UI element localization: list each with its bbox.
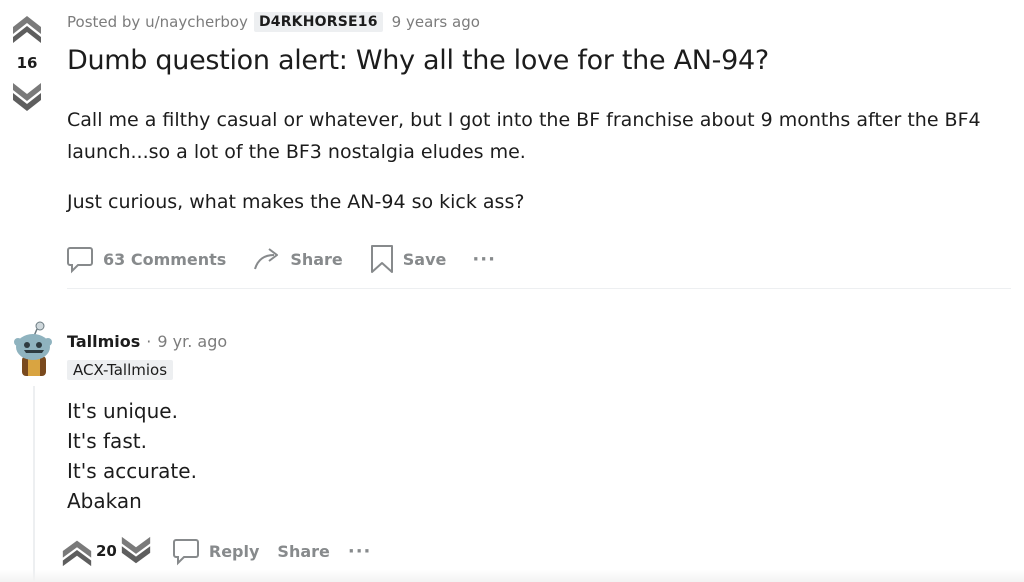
posted-by-link[interactable]: Posted by u/naycherboy <box>67 13 248 31</box>
ellipsis-icon: ··· <box>347 540 372 562</box>
share-icon <box>254 248 279 270</box>
post-timestamp[interactable]: 9 years ago <box>392 13 480 31</box>
comment-line: It's fast. <box>67 429 147 453</box>
comment-author[interactable]: Tallmios <box>67 332 140 351</box>
reply-button[interactable]: Reply <box>171 536 260 566</box>
downvote-icon[interactable] <box>9 80 45 116</box>
comment-more-button[interactable]: ··· <box>348 541 372 562</box>
comment-meta: Tallmios · 9 yr. ago <box>67 330 227 352</box>
comment-line: It's unique. <box>67 399 178 423</box>
ellipsis-icon: ··· <box>472 248 496 270</box>
reply-label: Reply <box>208 541 260 561</box>
meta-separator: · <box>146 331 152 351</box>
post-body-2: Just curious, what makes the AN-94 so ki… <box>67 186 997 218</box>
post-score: 16 <box>16 54 38 72</box>
comment-line: Abakan <box>67 489 142 513</box>
save-label: Save <box>402 249 447 269</box>
more-options-button[interactable]: ··· <box>472 241 496 277</box>
save-button[interactable]: Save <box>369 241 447 277</box>
share-label: Share <box>290 249 343 269</box>
comments-button[interactable]: 63 Comments <box>65 241 226 277</box>
user-flair: D4RKHORSE16 <box>253 12 383 32</box>
section-divider <box>67 288 1011 289</box>
comment-share-button[interactable]: Share <box>277 542 329 561</box>
thread-line[interactable] <box>33 386 35 582</box>
comment-icon <box>172 539 199 566</box>
comment-score: 20 <box>96 542 117 560</box>
comment-downvote-icon[interactable] <box>119 534 153 568</box>
share-button[interactable]: Share <box>252 241 343 277</box>
post-meta: Posted by u/naycherboy D4RKHORSE16 9 yea… <box>67 10 480 34</box>
comment-action-bar: 20 Reply Share ··· <box>60 533 371 569</box>
snoo-avatar-icon[interactable] <box>10 320 56 378</box>
bookmark-icon <box>370 245 393 273</box>
comments-label: 63 Comments <box>103 249 227 269</box>
share-label: Share <box>277 541 330 561</box>
post-title[interactable]: Dumb question alert: Why all the love fo… <box>67 45 769 76</box>
comment-icon <box>67 247 93 274</box>
comment-line: It's accurate. <box>67 459 197 483</box>
upvote-icon[interactable] <box>9 10 45 46</box>
post-paragraph: Call me a filthy casual or whatever, but… <box>67 109 981 163</box>
comment-timestamp[interactable]: 9 yr. ago <box>157 332 227 351</box>
post-action-bar: 63 Comments Share Save ··· <box>65 241 522 277</box>
comment-upvote-icon[interactable] <box>60 534 94 568</box>
post-body: Call me a filthy casual or whatever, but… <box>67 104 997 168</box>
comment-body: It's unique. It's fast. It's accurate. A… <box>67 396 197 516</box>
bottom-fade <box>0 570 1024 582</box>
post-paragraph: Just curious, what makes the AN-94 so ki… <box>67 191 525 213</box>
comment-user-flair: ACX-Tallmios <box>67 360 174 380</box>
